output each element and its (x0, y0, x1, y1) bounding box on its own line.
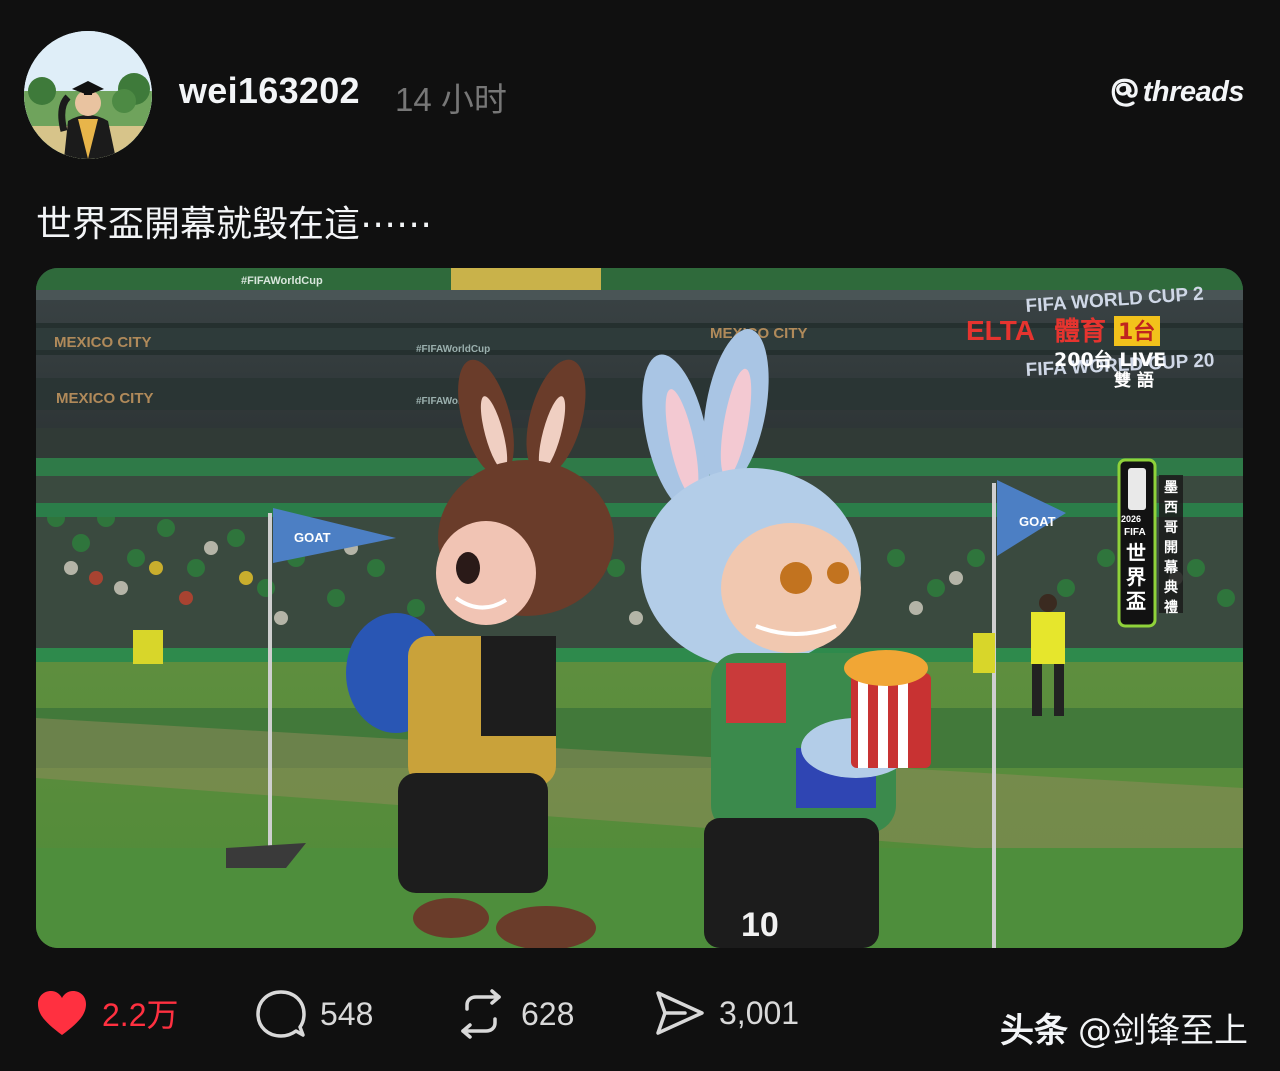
wc-side-4: 開 (1164, 540, 1178, 556)
post-header: wei163202 14 小时 threads (0, 0, 1280, 170)
watermark-handle: @剑锋至上 (1078, 1011, 1248, 1051)
flag-right-text: GOAT (1019, 514, 1056, 529)
like-button[interactable]: 2.2万 (36, 989, 179, 1037)
stand-sign-3: #FIFAWorldCup (416, 344, 490, 355)
comment-icon (256, 990, 306, 1038)
wc-side-2: 西 (1164, 500, 1178, 516)
share-button[interactable]: 3,001 (655, 989, 799, 1037)
threads-at-icon (1111, 78, 1138, 107)
wc-side-1: 墨 (1164, 480, 1178, 496)
flag-left-text: GOAT (294, 530, 331, 545)
broadcaster-cn: 體育 (1054, 316, 1106, 347)
threads-logo: threads (1111, 76, 1245, 109)
reply-count: 548 (320, 995, 374, 1032)
channel-sub: 200台 LIVE (1054, 348, 1166, 371)
wc-badge-year: 2026 (1121, 514, 1141, 524)
repost-icon (461, 989, 501, 1039)
post-image[interactable]: #FIFAWorldCup MEXICO CITY #FIFAWorldCup … (36, 268, 1243, 948)
language-label: 雙 語 (1114, 370, 1154, 391)
wc-badge-cn-1: 世 (1126, 541, 1146, 565)
channel-label: 1台 (1118, 319, 1155, 345)
stand-sign-4: MEXICO CITY (56, 390, 154, 407)
jersey-number: 10 (741, 906, 779, 944)
share-count: 3,001 (719, 994, 800, 1031)
username[interactable]: wei163202 (179, 70, 360, 112)
post-timestamp: 14 小时 (395, 81, 507, 118)
wc-badge-name: FIFA (1124, 527, 1146, 538)
wc-side-3: 哥 (1164, 520, 1178, 536)
wc-badge: 2026 FIFA 世 界 盃 墨 西 哥 開 幕 典 禮 (1117, 458, 1183, 628)
wc-side-6: 典 (1164, 579, 1178, 596)
watermark-brand: 头条 (1000, 1011, 1068, 1051)
stand-sign-1: MEXICO CITY (54, 334, 152, 351)
repost-count: 628 (521, 995, 575, 1032)
like-count: 2.2万 (102, 997, 179, 1033)
heart-icon (38, 991, 86, 1035)
toutiao-watermark: 头条 @剑锋至上 (1000, 1003, 1248, 1052)
threads-wordmark: threads (1142, 76, 1245, 108)
wc-badge-cn-3: 盃 (1126, 589, 1146, 613)
repost-button[interactable]: 628 (455, 989, 574, 1039)
broadcaster-elta: ELTA (966, 315, 1035, 346)
wc-side-7: 禮 (1164, 599, 1178, 616)
reply-button[interactable]: 548 (256, 989, 373, 1039)
send-icon (656, 991, 704, 1035)
banner-hashtag: #FIFAWorldCup (241, 275, 323, 287)
avatar[interactable] (24, 31, 152, 159)
action-bar: 2.2万 548 628 3,001 头条 @剑锋至上 (0, 975, 1280, 1065)
wc-side-text: 墨 西 哥 開 幕 典 禮 (1163, 480, 1183, 616)
wc-side-5: 幕 (1163, 559, 1179, 576)
wc-badge-cn-2: 界 (1126, 565, 1146, 589)
post-caption: 世界盃開幕就毀在這⋯⋯ (36, 204, 433, 245)
